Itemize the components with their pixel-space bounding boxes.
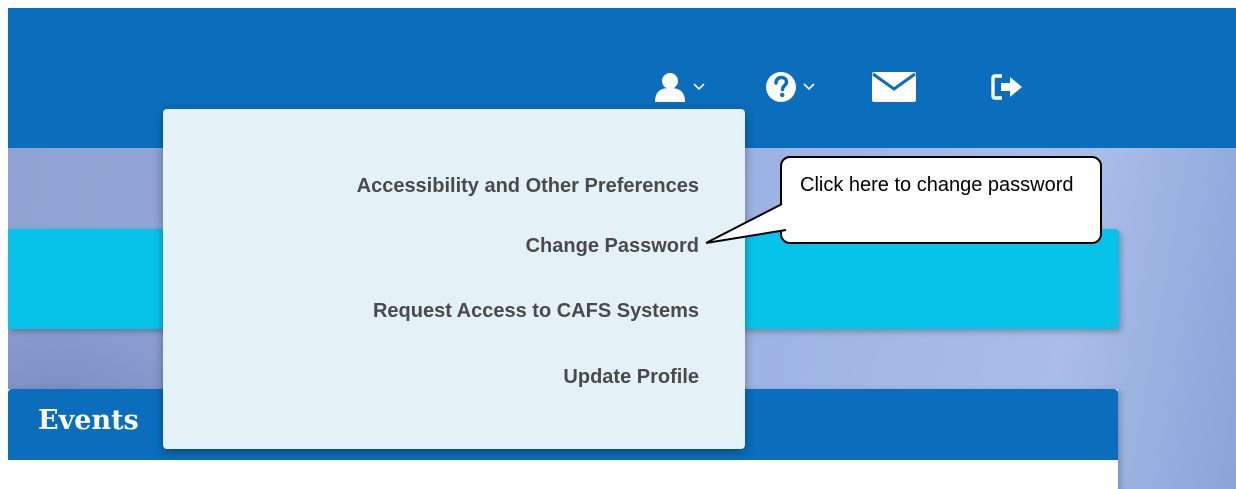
callout-text: Click here to change password	[800, 174, 1074, 196]
menu-item-accessibility-preferences[interactable]: Accessibility and Other Preferences	[357, 175, 699, 198]
menu-item-update-profile[interactable]: Update Profile	[563, 366, 699, 389]
events-panel-title: Events	[38, 405, 139, 436]
help-menu-toggle[interactable]	[765, 72, 815, 102]
logout-icon	[991, 74, 1022, 100]
user-dropdown-menu: Accessibility and Other Preferences Chan…	[163, 109, 745, 449]
callout-annotation: Click here to change password	[780, 156, 1102, 244]
mail-icon	[872, 72, 916, 102]
callout-pointer	[706, 203, 787, 244]
chevron-down-icon	[693, 83, 705, 91]
app-screen: Events Accessibility and Other Preferenc…	[8, 8, 1236, 489]
user-menu-toggle[interactable]	[653, 72, 705, 102]
messages-button[interactable]	[872, 72, 916, 102]
user-icon	[655, 73, 685, 102]
logout-button[interactable]	[990, 72, 1024, 102]
help-icon	[766, 72, 796, 102]
menu-item-request-access[interactable]: Request Access to CAFS Systems	[373, 300, 699, 323]
menu-item-change-password[interactable]: Change Password	[526, 235, 699, 258]
chevron-down-icon	[803, 83, 815, 91]
